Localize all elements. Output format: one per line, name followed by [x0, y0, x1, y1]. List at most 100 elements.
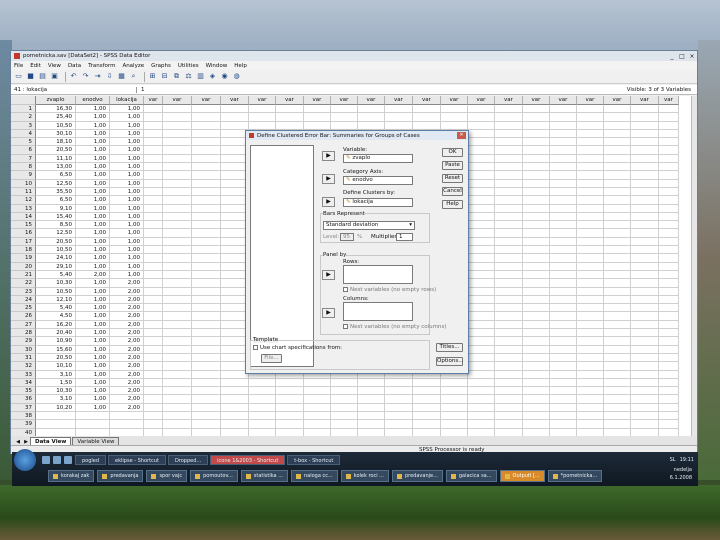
data-cell[interactable] — [468, 237, 495, 247]
data-cell[interactable] — [631, 154, 659, 164]
data-cell[interactable] — [495, 221, 523, 230]
data-cell[interactable] — [144, 337, 163, 346]
data-cell[interactable] — [441, 411, 468, 421]
move-variable-arrow-button[interactable]: ▶ — [322, 151, 335, 161]
data-cell[interactable] — [604, 353, 631, 363]
data-cell[interactable] — [550, 246, 577, 255]
data-cell[interactable]: 1,00 — [110, 237, 144, 247]
data-cell[interactable] — [276, 411, 304, 421]
data-cell[interactable] — [192, 370, 221, 379]
help-button[interactable]: Help — [442, 200, 463, 209]
data-cell[interactable] — [604, 105, 631, 114]
data-cell[interactable] — [276, 378, 304, 388]
data-cell[interactable] — [192, 337, 221, 346]
data-cell[interactable] — [163, 262, 192, 271]
data-cell[interactable] — [659, 105, 679, 114]
data-cell[interactable] — [276, 387, 304, 396]
data-cell[interactable] — [631, 353, 659, 363]
data-cell[interactable] — [495, 287, 523, 296]
data-cell[interactable] — [249, 113, 276, 122]
data-cell[interactable] — [358, 378, 385, 388]
row-number[interactable]: 21 — [11, 270, 36, 280]
data-cell[interactable] — [441, 113, 468, 122]
data-cell[interactable] — [163, 304, 192, 313]
data-cell[interactable] — [144, 262, 163, 271]
data-cell[interactable] — [192, 179, 221, 188]
data-cell[interactable] — [358, 411, 385, 421]
data-cell[interactable] — [604, 420, 631, 429]
data-cell[interactable] — [604, 237, 631, 247]
data-cell[interactable]: 1,00 — [110, 163, 144, 172]
row-number[interactable]: 4 — [11, 129, 36, 139]
data-cell[interactable]: 2,00 — [110, 387, 144, 396]
data-cell[interactable] — [495, 295, 523, 305]
taskbar-task-button[interactable]: *pometnicka... — [547, 470, 603, 482]
data-cell[interactable] — [163, 312, 192, 321]
data-cell[interactable] — [304, 403, 331, 412]
data-cell[interactable] — [631, 312, 659, 321]
data-cell[interactable]: 3,10 — [36, 395, 76, 404]
data-cell[interactable]: 1,00 — [76, 229, 110, 238]
data-cell[interactable] — [304, 395, 331, 404]
data-cell[interactable] — [468, 262, 495, 271]
data-cell[interactable] — [523, 387, 550, 396]
data-cell[interactable]: 1,00 — [110, 105, 144, 114]
open-icon[interactable]: ▭ — [14, 72, 23, 81]
data-cell[interactable]: 1,00 — [76, 395, 110, 404]
data-cell[interactable] — [385, 428, 413, 436]
data-cell[interactable]: 1,00 — [76, 353, 110, 363]
data-cell[interactable] — [441, 105, 468, 114]
data-cell[interactable] — [468, 129, 495, 139]
data-cell[interactable] — [468, 403, 495, 412]
data-cell[interactable]: 1,00 — [110, 270, 144, 280]
data-cell[interactable] — [304, 411, 331, 421]
data-cell[interactable] — [577, 212, 604, 222]
data-cell[interactable]: 24,10 — [36, 254, 76, 263]
data-cell[interactable] — [468, 246, 495, 255]
data-cell[interactable] — [144, 304, 163, 313]
data-cell[interactable] — [163, 403, 192, 412]
column-header[interactable]: var — [550, 96, 577, 105]
show-all-icon[interactable]: ◍ — [232, 72, 241, 81]
row-number[interactable]: 7 — [11, 154, 36, 164]
data-cell[interactable] — [604, 171, 631, 180]
data-cell[interactable] — [144, 329, 163, 338]
data-cell[interactable] — [495, 129, 523, 139]
row-number[interactable]: 36 — [11, 395, 36, 404]
data-cell[interactable] — [331, 403, 358, 412]
column-header[interactable]: var — [523, 96, 550, 105]
data-cell[interactable] — [468, 179, 495, 188]
data-cell[interactable]: 2,00 — [110, 395, 144, 404]
data-cell[interactable] — [659, 428, 679, 436]
menu-utilities[interactable]: Utilities — [178, 63, 199, 69]
data-cell[interactable]: 10,90 — [36, 337, 76, 346]
data-cell[interactable] — [163, 105, 192, 114]
data-cell[interactable] — [144, 105, 163, 114]
data-cell[interactable] — [163, 270, 192, 280]
row-number[interactable]: 32 — [11, 362, 36, 371]
data-cell[interactable] — [523, 129, 550, 139]
data-cell[interactable] — [441, 428, 468, 436]
define-clusters-field[interactable]: ✎ lokacija — [343, 198, 413, 207]
data-cell[interactable] — [659, 320, 679, 330]
data-cell[interactable]: 10,10 — [36, 362, 76, 371]
data-cell[interactable] — [144, 403, 163, 412]
data-cell[interactable]: 10,50 — [36, 246, 76, 255]
data-cell[interactable] — [523, 154, 550, 164]
data-cell[interactable] — [331, 420, 358, 429]
data-cell[interactable] — [604, 304, 631, 313]
data-cell[interactable] — [192, 279, 221, 288]
data-cell[interactable] — [192, 403, 221, 412]
data-cell[interactable] — [468, 428, 495, 436]
data-cell[interactable] — [358, 403, 385, 412]
data-cell[interactable]: 1,00 — [76, 287, 110, 296]
data-cell[interactable] — [659, 229, 679, 238]
data-cell[interactable] — [523, 204, 550, 213]
data-cell[interactable]: 30,10 — [36, 129, 76, 139]
data-cell[interactable] — [523, 221, 550, 230]
data-cell[interactable] — [163, 378, 192, 388]
data-cell[interactable] — [331, 428, 358, 436]
data-cell[interactable] — [276, 428, 304, 436]
data-cell[interactable] — [413, 378, 441, 388]
data-cell[interactable] — [163, 395, 192, 404]
